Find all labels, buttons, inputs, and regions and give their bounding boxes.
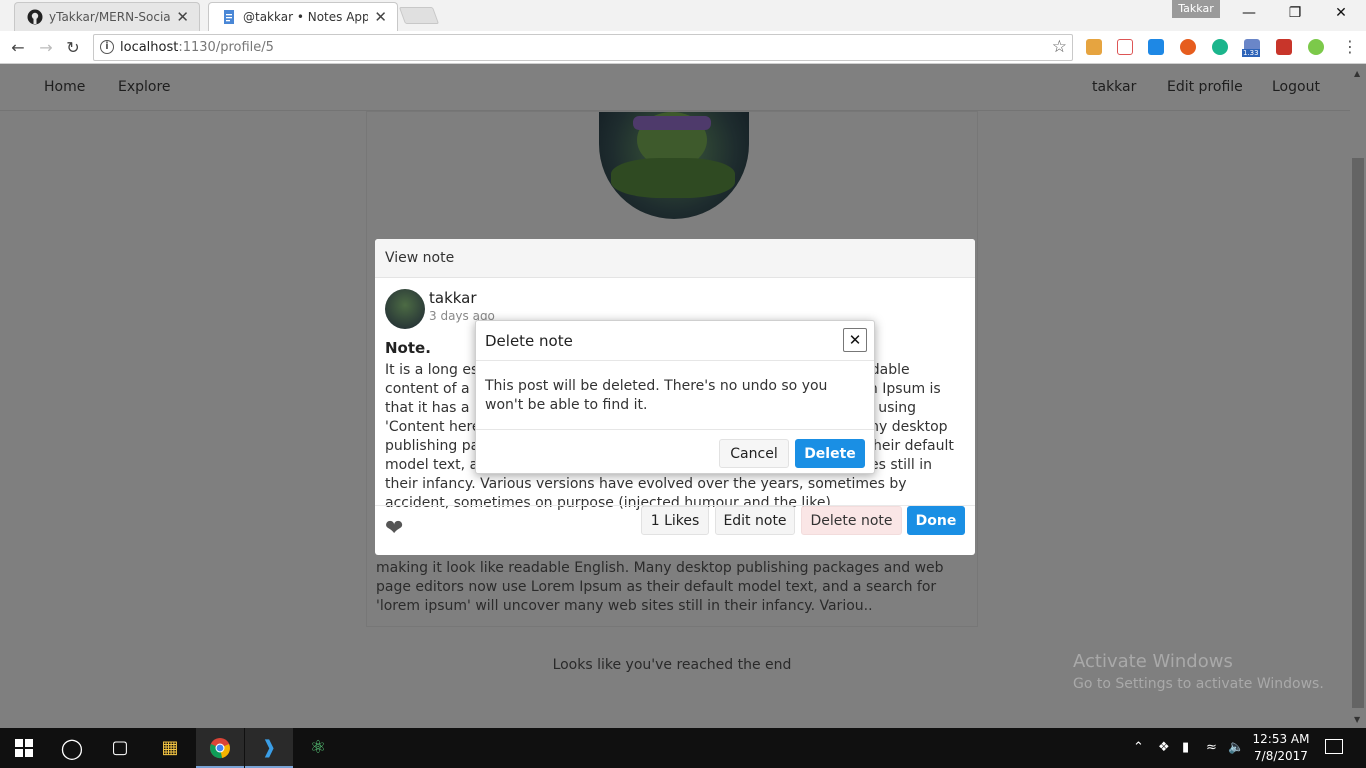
task-view-icon[interactable]: ▢ bbox=[96, 728, 144, 768]
url-host: localhost bbox=[120, 40, 179, 55]
scroll-up-icon[interactable]: ▲ bbox=[1354, 69, 1360, 78]
bookmark-star-icon[interactable]: ☆ bbox=[1052, 37, 1067, 57]
extension-icon[interactable] bbox=[1180, 39, 1196, 55]
extension-icon[interactable] bbox=[1212, 39, 1228, 55]
windows-logo bbox=[15, 739, 33, 757]
clock-date: 7/8/2017 bbox=[1254, 749, 1308, 763]
back-icon[interactable]: ← bbox=[7, 37, 29, 59]
battery-icon[interactable]: ▮ bbox=[1182, 740, 1189, 755]
delete-dialog-footer: Cancel Delete bbox=[476, 429, 874, 475]
browser-profile-badge[interactable]: Takkar bbox=[1172, 0, 1220, 18]
view-note-footer: ❤ 1 Likes Edit note Delete note Done bbox=[375, 505, 975, 555]
vscode-taskbar-icon[interactable]: ❱ bbox=[245, 728, 293, 768]
page-scrollbar[interactable]: ▲ ▼ bbox=[1350, 65, 1366, 728]
avatar[interactable] bbox=[385, 289, 425, 329]
extension-icon[interactable] bbox=[1308, 39, 1324, 55]
chrome-logo bbox=[210, 738, 230, 759]
avatar-mask bbox=[633, 116, 711, 130]
nav-explore-link[interactable]: Explore bbox=[118, 79, 171, 95]
windows-start-icon[interactable] bbox=[0, 728, 48, 768]
forward-icon[interactable]: → bbox=[35, 37, 57, 59]
note-preview-text: making it look like readable English. Ma… bbox=[376, 560, 944, 614]
download-extension-icon[interactable] bbox=[1148, 39, 1164, 55]
github-icon bbox=[27, 9, 43, 25]
url-path: :1130/profile/5 bbox=[178, 40, 274, 55]
tab-title: yTakkar/MERN-Social-Ne bbox=[49, 10, 171, 24]
document-icon bbox=[224, 10, 234, 24]
nav-home-link[interactable]: Home bbox=[44, 79, 85, 95]
tab-title: @takkar • Notes App bbox=[243, 10, 369, 24]
edit-note-button[interactable]: Edit note bbox=[715, 506, 795, 535]
nav-profile-link[interactable]: takkar bbox=[1092, 79, 1136, 95]
clock-time: 12:53 AM bbox=[1252, 732, 1310, 746]
profile-avatar bbox=[599, 112, 749, 219]
restore-icon[interactable]: ❐ bbox=[1272, 0, 1318, 28]
minimize-icon[interactable]: — bbox=[1226, 0, 1272, 28]
extension-badge: 1.33 bbox=[1242, 49, 1260, 57]
atom-taskbar-icon[interactable]: ⚛ bbox=[294, 728, 342, 768]
watermark-title: Activate Windows bbox=[1073, 651, 1233, 672]
address-bar[interactable]: i localhost:1130/profile/5 ☆ bbox=[93, 34, 1073, 61]
nav-edit-profile-link[interactable]: Edit profile bbox=[1167, 79, 1243, 95]
delete-button[interactable]: Delete bbox=[795, 439, 865, 468]
done-button[interactable]: Done bbox=[907, 506, 965, 535]
site-info-icon[interactable]: i bbox=[100, 40, 114, 54]
tab-github[interactable]: yTakkar/MERN-Social-Ne ✕ bbox=[14, 2, 200, 31]
file-explorer-icon[interactable]: ▦ bbox=[146, 728, 194, 768]
close-icon[interactable]: ✕ bbox=[843, 328, 867, 352]
avatar-body bbox=[611, 158, 735, 198]
delete-dialog-title: Delete note bbox=[485, 332, 573, 350]
likes-button[interactable]: 1 Likes bbox=[641, 506, 709, 535]
cancel-button[interactable]: Cancel bbox=[719, 439, 789, 468]
system-clock[interactable]: 12:53 AM 7/8/2017 bbox=[1248, 731, 1314, 765]
url-text: localhost:1130/profile/5 bbox=[120, 40, 274, 55]
delete-dialog-header: Delete note ✕ bbox=[476, 321, 874, 361]
extension-badge-icon[interactable]: 1.33 bbox=[1242, 39, 1260, 57]
tab-close-icon[interactable]: ✕ bbox=[374, 8, 387, 26]
browser-titlebar: yTakkar/MERN-Social-Ne ✕ @takkar • Notes… bbox=[0, 0, 1366, 31]
volume-icon[interactable]: 🔈 bbox=[1228, 740, 1244, 755]
view-note-header: View note bbox=[375, 239, 975, 278]
tray-chevron-icon[interactable]: ⌃ bbox=[1133, 740, 1144, 755]
extension-icon[interactable] bbox=[1276, 39, 1292, 55]
heart-icon[interactable]: ❤ bbox=[385, 518, 403, 540]
delete-note-dialog: Delete note ✕ This post will be deleted.… bbox=[475, 320, 875, 474]
delete-dialog-message: This post will be deleted. There's no un… bbox=[485, 378, 828, 413]
extension-icon[interactable] bbox=[1117, 39, 1133, 55]
close-window-icon[interactable]: ✕ bbox=[1318, 0, 1364, 28]
new-tab-button[interactable] bbox=[398, 7, 440, 24]
watermark-subtitle: Go to Settings to activate Windows. bbox=[1073, 676, 1324, 692]
browser-toolbar: ← → ↻ i localhost:1130/profile/5 ☆ 1.33 … bbox=[0, 31, 1366, 64]
chrome-menu-icon[interactable]: ⋮ bbox=[1342, 37, 1358, 56]
action-center-icon[interactable] bbox=[1325, 739, 1343, 754]
reload-icon[interactable]: ↻ bbox=[62, 37, 84, 59]
view-note-title: View note bbox=[385, 250, 455, 266]
windows-taskbar: ◯ ▢ ▦ ❱ ⚛ ⌃ ❖ ▮ ≈ 🔈 12:53 AM 7/8/2017 bbox=[0, 728, 1366, 768]
delete-note-button[interactable]: Delete note bbox=[801, 506, 902, 535]
scroll-thumb[interactable] bbox=[1352, 158, 1364, 708]
windows-activation-watermark: Activate Windows Go to Settings to activ… bbox=[1073, 651, 1324, 692]
scroll-down-icon[interactable]: ▼ bbox=[1354, 715, 1360, 724]
extension-icon[interactable] bbox=[1086, 39, 1102, 55]
app-navbar: Home Explore takkar Edit profile Logout bbox=[0, 65, 1350, 111]
tab-notes-app[interactable]: @takkar • Notes App ✕ bbox=[208, 2, 398, 31]
cortana-icon[interactable]: ◯ bbox=[48, 728, 96, 768]
tray-app-icon[interactable]: ❖ bbox=[1158, 740, 1170, 755]
note-author[interactable]: takkar bbox=[429, 289, 477, 307]
wifi-icon[interactable]: ≈ bbox=[1206, 740, 1217, 755]
note-title: Note. bbox=[385, 339, 431, 357]
nav-logout-link[interactable]: Logout bbox=[1272, 79, 1320, 95]
tab-close-icon[interactable]: ✕ bbox=[176, 8, 189, 26]
chrome-taskbar-icon[interactable] bbox=[196, 728, 244, 768]
